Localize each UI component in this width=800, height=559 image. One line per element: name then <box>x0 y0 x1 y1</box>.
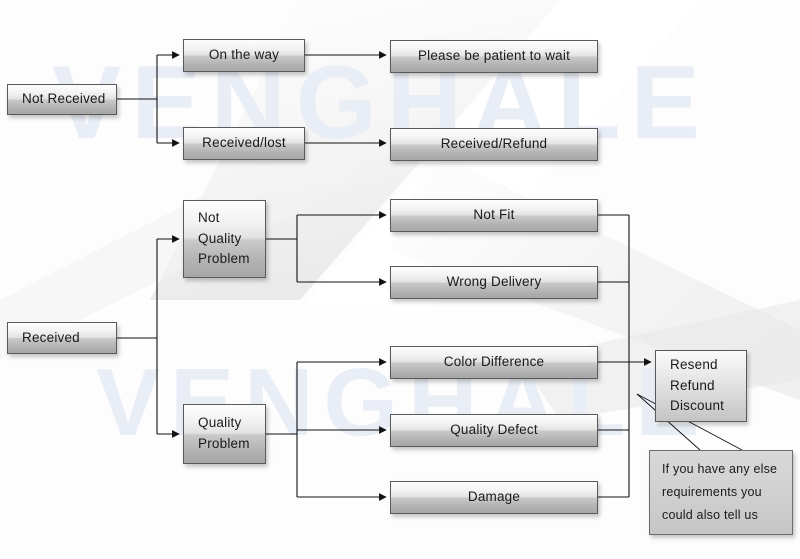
callout-note[interactable]: If you have any else requirements you coul… <box>649 450 793 535</box>
node-received-refund-label: Received/Refund <box>440 136 548 152</box>
node-received-refund[interactable]: Received/Refund <box>390 128 598 161</box>
node-wrong-delivery-label: Wrong Delivery <box>446 274 542 290</box>
node-not-quality-problem-label: Not Quality Problem <box>198 209 250 267</box>
node-not-quality-problem[interactable]: Not Quality Problem <box>183 200 266 278</box>
node-not-fit-label: Not Fit <box>473 207 515 223</box>
node-quality-defect-label: Quality Defect <box>450 422 538 438</box>
node-not-fit[interactable]: Not Fit <box>390 199 598 232</box>
node-quality-defect[interactable]: Quality Defect <box>390 414 598 447</box>
node-resolution-options[interactable]: Resend Refund Discount <box>655 350 747 422</box>
node-received-lost[interactable]: Received/lost <box>183 127 305 160</box>
node-color-difference[interactable]: Color Difference <box>390 346 598 379</box>
node-wrong-delivery[interactable]: Wrong Delivery <box>390 266 598 299</box>
node-not-received-label: Not Received <box>22 91 106 107</box>
flowchart-canvas: VENGHALE VENGHALE Not Received On the wa… <box>0 0 800 559</box>
node-received-label: Received <box>22 329 80 345</box>
node-on-the-way[interactable]: On the way <box>183 39 305 72</box>
node-quality-problem[interactable]: Quality Problem <box>183 404 266 464</box>
node-color-difference-label: Color Difference <box>443 354 545 370</box>
node-damage[interactable]: Damage <box>390 481 598 514</box>
node-on-the-way-label: On the way <box>208 47 280 63</box>
node-received-lost-label: Received/lost <box>202 135 286 151</box>
callout-note-label: If you have any else requirements you coul… <box>662 461 778 523</box>
node-please-be-patient-to-wait[interactable]: Please be patient to wait <box>390 40 598 73</box>
node-not-received[interactable]: Not Received <box>7 84 117 115</box>
node-damage-label: Damage <box>467 489 521 505</box>
node-resolution-label: Resend Refund Discount <box>670 356 725 414</box>
node-please-wait-label: Please be patient to wait <box>417 48 571 64</box>
node-quality-problem-label: Quality Problem <box>198 415 250 451</box>
node-received[interactable]: Received <box>7 322 117 354</box>
